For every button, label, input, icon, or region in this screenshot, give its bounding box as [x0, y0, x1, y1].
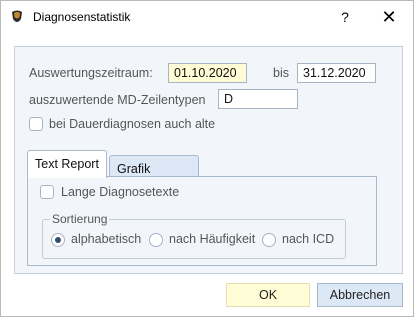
dialog-window: Diagnosenstatistik ? ✕ Auswertungszeitra… — [0, 0, 414, 317]
period-to-label: bis — [273, 66, 289, 80]
title-bar[interactable]: Diagnosenstatistik ? ✕ — [1, 1, 413, 32]
md-types-field[interactable]: D — [218, 89, 298, 109]
old-diagnoses-label: bei Dauerdiagnosen auch alte — [49, 117, 216, 131]
md-types-label: auszuwertende MD-Zeilentypen — [29, 93, 206, 107]
report-tabs: Text Report Grafik Report Lange Diagnose… — [27, 150, 377, 266]
sort-group-label: Sortierung — [50, 212, 110, 226]
sort-alphabetic-radio[interactable] — [51, 233, 65, 247]
sort-groupbox: Sortierung alphabetisch nach Häufigkeit … — [42, 212, 346, 259]
sort-alphabetic-label: alphabetisch — [71, 232, 142, 246]
long-texts-label: Lange Diagnosetexte — [61, 185, 180, 199]
radio-selected-dot — [55, 237, 61, 243]
sort-icd-label: nach ICD — [282, 232, 335, 246]
sort-icd-radio[interactable] — [262, 233, 276, 247]
old-diagnoses-checkbox[interactable] — [29, 117, 43, 131]
sort-frequency-radio[interactable] — [149, 233, 163, 247]
app-logo-icon — [12, 10, 22, 22]
dialog-client-area: Auswertungszeitraum: 01.10.2020 bis 31.1… — [2, 32, 412, 315]
period-from-field[interactable]: 01.10.2020 — [168, 63, 247, 83]
period-label: Auswertungszeitraum: — [29, 66, 153, 80]
text-report-panel: Lange Diagnosetexte Sortierung alphabeti… — [27, 176, 377, 266]
settings-panel: Auswertungszeitraum: 01.10.2020 bis 31.1… — [14, 46, 403, 274]
window-title: Diagnosenstatistik — [33, 10, 131, 24]
long-texts-checkbox[interactable] — [40, 185, 54, 199]
ok-button[interactable]: OK — [226, 283, 310, 307]
close-button[interactable]: ✕ — [371, 5, 407, 29]
help-button[interactable]: ? — [333, 5, 357, 29]
tab-text-report[interactable]: Text Report — [27, 150, 107, 178]
period-to-field[interactable]: 31.12.2020 — [297, 63, 376, 83]
sort-frequency-label: nach Häufigkeit — [169, 232, 256, 246]
cancel-button[interactable]: Abbrechen — [317, 283, 403, 307]
